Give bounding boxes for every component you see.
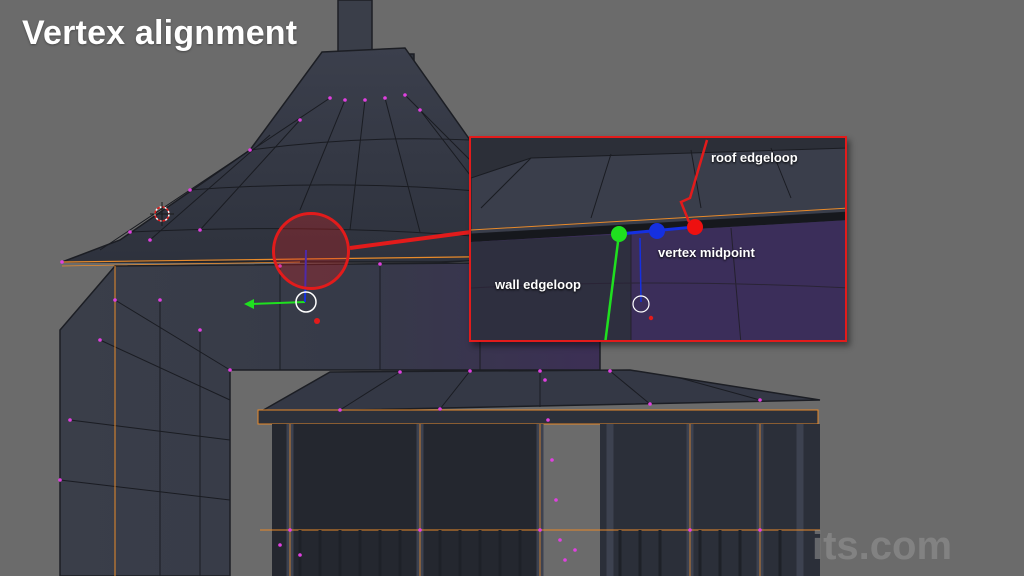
3d-viewport[interactable]: roof edgeloop vertex midpoint wall edgel… — [0, 0, 1024, 576]
vertex-midpoint-label: vertex midpoint — [658, 245, 755, 260]
page-title: Vertex alignment — [22, 14, 298, 52]
porch — [257, 369, 821, 576]
roof-edgeloop-label: roof edgeloop — [711, 150, 798, 165]
wall-vertex-marker — [611, 226, 627, 242]
watermark: its.com — [812, 524, 953, 568]
roof-vertex-marker — [687, 219, 703, 235]
callout-circle — [272, 212, 350, 290]
zoom-inset-scene — [471, 138, 845, 340]
midpoint-vertex-marker — [649, 223, 665, 239]
zoom-inset-panel: roof edgeloop vertex midpoint wall edgel… — [469, 136, 847, 342]
wall-edgeloop-label: wall edgeloop — [495, 277, 581, 292]
